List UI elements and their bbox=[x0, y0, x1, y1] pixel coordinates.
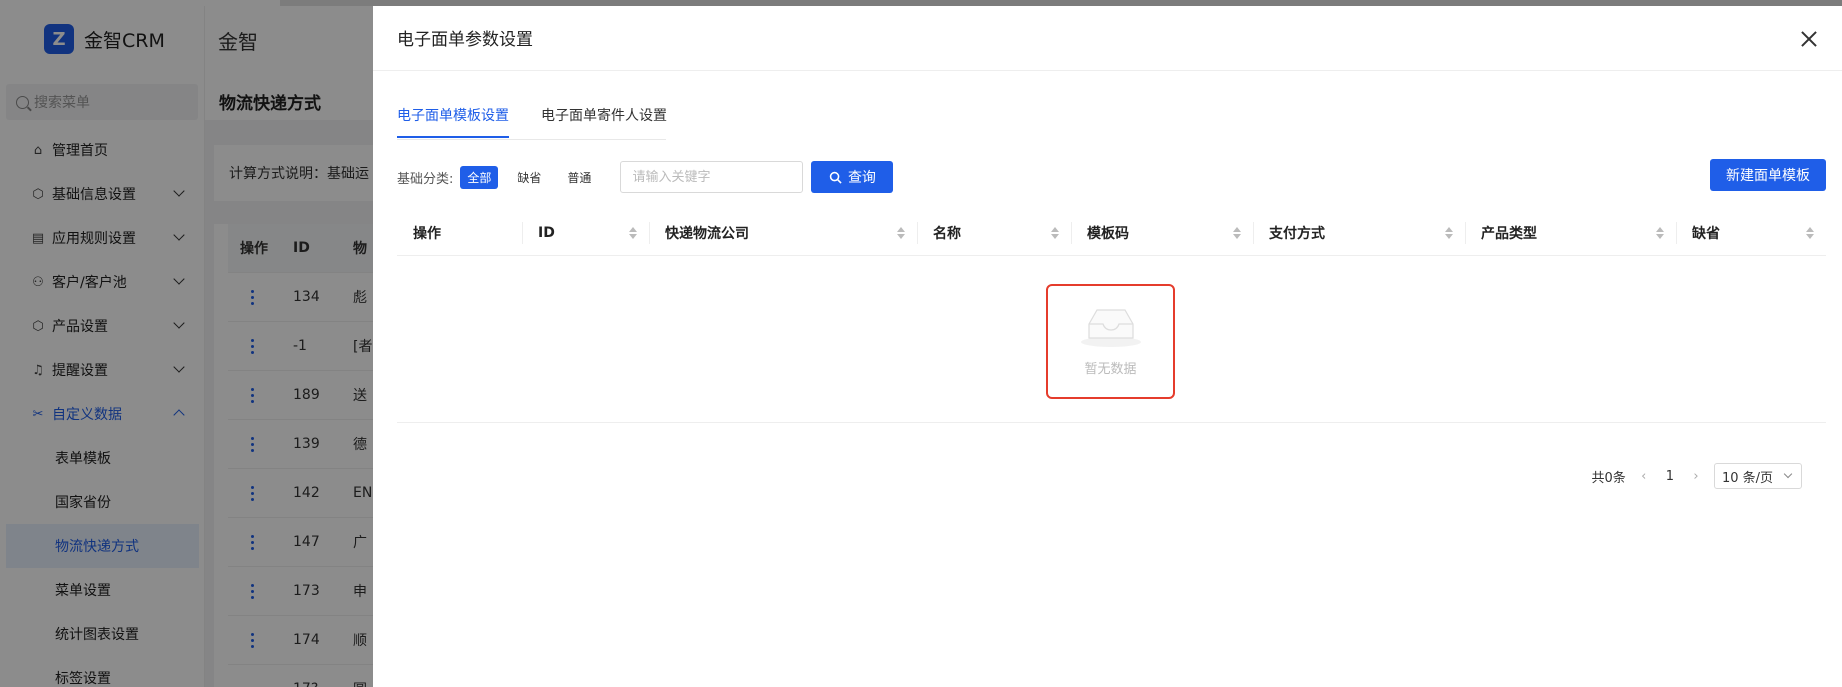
table-body: 暂无数据 bbox=[397, 256, 1826, 423]
empty-text: 暂无数据 bbox=[1084, 362, 1137, 377]
table-header: 操作 ID 快递物流公司 名称 模板码 支付方式 产品类型 缺省 bbox=[397, 210, 1826, 256]
page-size-select[interactable]: 10 条/页 bbox=[1714, 463, 1802, 489]
query-button-label: 查询 bbox=[847, 170, 876, 186]
column-header-payment[interactable]: 支付方式 bbox=[1253, 210, 1465, 256]
column-header-label: 缺省 bbox=[1692, 225, 1720, 242]
empty-state: 暂无数据 bbox=[1046, 284, 1175, 399]
column-header-label: 模板码 bbox=[1087, 225, 1129, 242]
column-header-action: 操作 bbox=[397, 210, 522, 256]
sort-icon[interactable] bbox=[1051, 226, 1059, 239]
chevron-down-icon bbox=[1783, 469, 1793, 479]
filter-chip-normal[interactable]: 普通 bbox=[560, 166, 598, 189]
sort-icon[interactable] bbox=[629, 226, 637, 239]
column-header-default[interactable]: 缺省 bbox=[1676, 210, 1826, 256]
column-header-template-code[interactable]: 模板码 bbox=[1071, 210, 1253, 256]
filter-chip-default[interactable]: 缺省 bbox=[510, 166, 548, 189]
tab-template-settings[interactable]: 电子面单模板设置 bbox=[397, 105, 509, 138]
prev-page-icon[interactable]: ‹ bbox=[1636, 469, 1652, 484]
close-icon[interactable] bbox=[1798, 28, 1820, 50]
filter-label: 基础分类: bbox=[397, 171, 454, 187]
filter-chip-all[interactable]: 全部 bbox=[460, 165, 499, 189]
drawer-tabs: 电子面单模板设置 电子面单寄件人设置 bbox=[397, 105, 667, 138]
empty-inbox-icon bbox=[1080, 309, 1141, 347]
next-page-icon[interactable]: › bbox=[1688, 469, 1704, 484]
sort-icon[interactable] bbox=[1656, 226, 1664, 239]
drawer-title: 电子面单参数设置 bbox=[397, 30, 533, 50]
page-number[interactable]: 1 bbox=[1662, 469, 1678, 484]
tab-sender-settings[interactable]: 电子面单寄件人设置 bbox=[541, 105, 667, 138]
column-header-name[interactable]: 名称 bbox=[917, 210, 1071, 256]
keyword-search-input[interactable] bbox=[620, 161, 804, 193]
sort-icon[interactable] bbox=[897, 226, 905, 239]
drawer-header: 电子面单参数设置 bbox=[373, 6, 1842, 71]
column-header-product-type[interactable]: 产品类型 bbox=[1465, 210, 1676, 256]
sort-icon[interactable] bbox=[1806, 226, 1814, 239]
column-header-courier[interactable]: 快递物流公司 bbox=[649, 210, 917, 256]
column-header-label: 操作 bbox=[413, 225, 441, 242]
column-header-label: ID bbox=[538, 224, 555, 241]
sort-icon[interactable] bbox=[1445, 226, 1453, 239]
tab-divider bbox=[397, 139, 666, 140]
column-header-label: 名称 bbox=[933, 225, 961, 242]
new-template-button[interactable]: 新建面单模板 bbox=[1710, 159, 1826, 191]
column-header-label: 支付方式 bbox=[1269, 225, 1325, 242]
filter-bar: 基础分类: 全部 缺省 普通 查询 bbox=[397, 159, 894, 195]
column-header-id[interactable]: ID bbox=[522, 210, 649, 256]
pagination-total: 共0条 bbox=[1591, 470, 1626, 486]
query-button[interactable]: 查询 bbox=[811, 161, 894, 193]
column-header-label: 产品类型 bbox=[1481, 225, 1537, 242]
page-size-value: 10 条/页 bbox=[1722, 470, 1774, 486]
column-header-label: 快递物流公司 bbox=[665, 225, 749, 242]
search-icon bbox=[829, 171, 842, 184]
pagination: 共0条 ‹ 1 › 10 条/页 bbox=[1591, 463, 1802, 489]
settings-drawer: 电子面单参数设置 电子面单模板设置 电子面单寄件人设置 基础分类: 全部 缺省 … bbox=[373, 6, 1842, 687]
sort-icon[interactable] bbox=[1233, 226, 1241, 239]
